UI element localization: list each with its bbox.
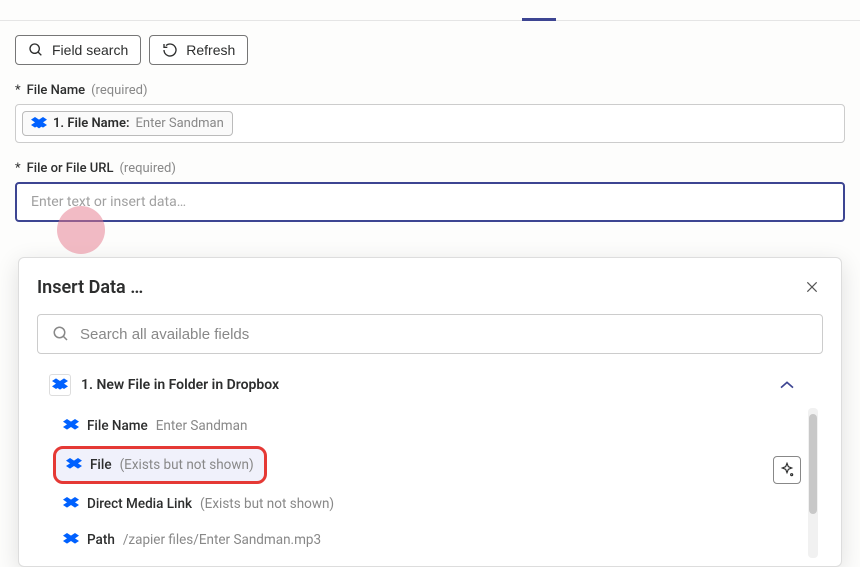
- refresh-button[interactable]: Refresh: [149, 35, 248, 65]
- field-option-file[interactable]: File (Exists but not shown): [53, 446, 267, 484]
- data-source-label: 1. New File in Folder in Dropbox: [81, 377, 753, 393]
- refresh-icon: [162, 42, 178, 58]
- file-url-label: File or File URL: [27, 161, 114, 176]
- refresh-label: Refresh: [186, 42, 235, 58]
- field-name: File Name: [87, 418, 148, 434]
- dropbox-icon: [63, 497, 79, 511]
- field-name: Direct Media Link: [87, 496, 192, 512]
- required-asterisk: *: [15, 83, 21, 98]
- ai-suggest-button[interactable]: [773, 456, 801, 484]
- fields-list: File Name Enter Sandman File (Exists but…: [37, 408, 823, 558]
- insert-data-popup: Insert Data … 1. New File in Folder in D…: [18, 257, 842, 567]
- file-name-field-group: * File Name (required) 1. File Name: Ent…: [15, 83, 845, 143]
- field-search-button[interactable]: Field search: [15, 35, 141, 65]
- field-search-label: Field search: [52, 42, 128, 58]
- field-value: (Exists but not shown): [200, 496, 334, 512]
- toolbar: Field search Refresh: [15, 35, 845, 65]
- required-asterisk: *: [15, 161, 21, 176]
- dropbox-icon: [49, 374, 71, 396]
- search-fields-input[interactable]: [37, 314, 823, 354]
- file-name-required-note: (required): [91, 83, 147, 98]
- search-icon: [52, 325, 70, 343]
- file-name-pill[interactable]: 1. File Name: Enter Sandman: [22, 111, 233, 136]
- field-option-direct-media-link[interactable]: Direct Media Link (Exists but not shown): [53, 486, 815, 522]
- pill-value: Enter Sandman: [136, 116, 224, 131]
- dropbox-icon: [63, 419, 79, 433]
- scrollbar-thumb[interactable]: [809, 414, 817, 514]
- file-url-field-group: * File or File URL (required) Enter text…: [15, 161, 845, 222]
- dropbox-icon: [66, 458, 82, 472]
- file-url-input[interactable]: Enter text or insert data…: [15, 182, 845, 222]
- top-divider: [0, 20, 860, 21]
- file-name-input[interactable]: 1. File Name: Enter Sandman: [15, 104, 845, 143]
- field-option-file-name[interactable]: File Name Enter Sandman: [53, 408, 815, 444]
- dropbox-icon: [63, 533, 79, 547]
- search-fields-text[interactable]: [80, 326, 808, 343]
- field-value: Enter Sandman: [156, 418, 248, 434]
- file-url-required-note: (required): [119, 161, 175, 176]
- field-name: File: [90, 457, 112, 473]
- search-icon: [28, 42, 44, 58]
- field-option-path[interactable]: Path /zapier files/Enter Sandman.mp3: [53, 522, 815, 558]
- file-name-label: File Name: [27, 83, 86, 98]
- data-source-row[interactable]: 1. New File in Folder in Dropbox: [37, 370, 823, 408]
- close-icon[interactable]: [801, 276, 823, 298]
- chevron-up-icon[interactable]: [763, 376, 811, 394]
- dropbox-icon: [31, 117, 47, 131]
- file-url-placeholder: Enter text or insert data…: [31, 194, 186, 210]
- popup-title: Insert Data …: [37, 277, 143, 298]
- pill-prefix: 1. File Name:: [53, 116, 130, 131]
- field-value: (Exists but not shown): [120, 457, 254, 473]
